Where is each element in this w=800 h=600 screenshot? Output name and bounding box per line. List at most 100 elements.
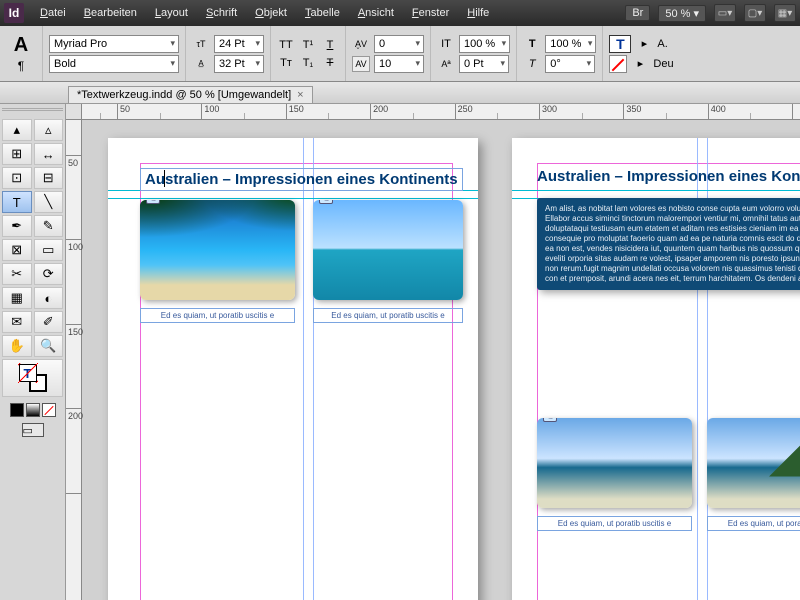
char-fill-swatch[interactable]: T <box>609 35 631 53</box>
font-size-dropdown[interactable]: 24 Pt <box>214 35 264 53</box>
vscale-icon: IT <box>437 36 455 52</box>
menu-tabelle[interactable]: Tabelle <box>297 3 348 23</box>
headline-frame-left[interactable]: Australien – Impressionen eines Kontinen… <box>140 168 463 191</box>
color-apply-row <box>2 403 63 417</box>
text-cursor <box>164 170 165 187</box>
size-icon: τT <box>192 36 210 52</box>
hand-tool[interactable]: ✋ <box>2 335 32 357</box>
link-badge-icon: ⎘ <box>146 200 160 204</box>
document-tabs: *Textwerkzeug.indd @ 50 % [Umgewandelt] … <box>0 82 800 104</box>
subscript-button[interactable]: T₁ <box>299 55 317 71</box>
paragraph-icon[interactable]: ¶ <box>18 59 24 73</box>
menu-hilfe[interactable]: Hilfe <box>459 3 497 23</box>
leading-dropdown[interactable]: 32 Pt <box>214 55 264 73</box>
zoom-dropdown[interactable]: 50 % ▾ <box>658 5 706 22</box>
page-left[interactable]: Australien – Impressionen eines Kontinen… <box>108 138 478 600</box>
vertical-ruler[interactable]: 50 100 150 200 <box>66 120 82 600</box>
vscale-dropdown[interactable]: 100 % <box>459 35 510 53</box>
baseline-icon: Aª <box>437 56 455 72</box>
skew-icon: T <box>523 56 541 72</box>
main-menu: Datei Bearbeiten Layout Schrift Objekt T… <box>32 3 497 23</box>
content-placer-tool[interactable]: ⊟ <box>34 167 64 189</box>
char-style-label: A. <box>657 38 667 50</box>
lang-label: Deu <box>653 58 673 70</box>
image-frame-coast2[interactable]: ? <box>707 418 800 508</box>
caption-frame-2[interactable]: Ed es quiam, ut poratib uscitis e <box>313 308 463 323</box>
menu-datei[interactable]: Datei <box>32 3 74 23</box>
document-tab[interactable]: *Textwerkzeug.indd @ 50 % [Umgewandelt] … <box>68 86 313 103</box>
app-logo: Id <box>4 3 24 23</box>
apply-color-button[interactable] <box>10 403 24 417</box>
note-tool[interactable]: ✉ <box>2 311 32 333</box>
char-stroke-swatch[interactable] <box>609 55 627 73</box>
ruler-origin[interactable] <box>66 104 82 120</box>
superscript-button[interactable]: T¹ <box>299 37 317 53</box>
screen-mode-icon[interactable]: ▢▾ <box>744 4 766 22</box>
toolbox: ▴ ▵ ⊞ ↔ ⊡ ⊟ T ╲ ✒ ✎ ⊠ ▭ ✂ ⟳ ▦ ◐ ✉ ✐ ✋ 🔍 … <box>0 104 66 600</box>
direct-selection-tool[interactable]: ▵ <box>34 119 64 141</box>
menu-schrift[interactable]: Schrift <box>198 3 245 23</box>
image-frame-coast1[interactable]: ⎘ <box>537 418 692 508</box>
image-frame-palm[interactable]: ⎘ <box>140 200 295 300</box>
rectangle-tool[interactable]: ▭ <box>34 239 64 261</box>
menu-bearbeiten[interactable]: Bearbeiten <box>76 3 145 23</box>
skew-dropdown[interactable]: 0° <box>545 55 595 73</box>
free-transform-tool[interactable]: ⟳ <box>34 263 64 285</box>
tracking-dropdown[interactable]: 10 <box>374 55 424 73</box>
apply-gradient-button[interactable] <box>26 403 40 417</box>
char-stroke-arrow[interactable]: ▸ <box>631 56 649 72</box>
horizontal-ruler[interactable]: 50 100 150 200 250 300 350 400 <box>82 104 800 120</box>
image-frame-bay[interactable]: ⎘ <box>313 200 463 300</box>
selection-tool[interactable]: ▴ <box>2 119 32 141</box>
pasteboard[interactable]: Australien – Impressionen eines Kontinen… <box>82 120 800 600</box>
pen-tool[interactable]: ✒ <box>2 215 32 237</box>
page-tool[interactable]: ⊞ <box>2 143 32 165</box>
tab-close-button[interactable]: × <box>297 89 303 101</box>
kerning-dropdown[interactable]: 0 <box>374 35 424 53</box>
hscale-dropdown[interactable]: 100 % <box>545 35 596 53</box>
eyedropper-tool[interactable]: ✐ <box>34 311 64 333</box>
apply-none-button[interactable] <box>42 403 56 417</box>
menu-layout[interactable]: Layout <box>147 3 196 23</box>
caption-frame-3[interactable]: Ed es quiam, ut poratib uscitis e <box>537 516 692 531</box>
pencil-tool[interactable]: ✎ <box>34 215 64 237</box>
link-badge-icon: ⎘ <box>543 418 557 422</box>
baseline-dropdown[interactable]: 0 Pt <box>459 55 509 73</box>
canvas[interactable]: 50 100 150 200 250 300 350 400 50 100 15… <box>66 104 800 600</box>
font-weight-dropdown[interactable]: Bold <box>49 55 179 73</box>
hscale-icon: T <box>523 36 541 52</box>
control-panel: A ¶ Myriad Pro Bold τT24 Pt A̲32 Pt TT T… <box>0 26 800 82</box>
fill-stroke-swatch[interactable]: T <box>2 359 63 397</box>
menu-fenster[interactable]: Fenster <box>404 3 457 23</box>
view-options-icon[interactable]: ▭▾ <box>714 4 736 22</box>
menu-objekt[interactable]: Objekt <box>247 3 295 23</box>
headline-frame-right[interactable]: Australien – Impressionen eines Kontinen… <box>537 168 800 185</box>
underline-button[interactable]: T <box>321 37 339 53</box>
allcaps-button[interactable]: TT <box>277 37 295 53</box>
smallcaps-button[interactable]: Tᴛ <box>277 55 295 71</box>
tracking-icon: AV <box>352 56 370 72</box>
body-text-frame[interactable]: Am alist, as nobitat lam volores es nobi… <box>537 198 800 290</box>
gap-tool[interactable]: ↔ <box>34 143 64 165</box>
rectangle-frame-tool[interactable]: ⊠ <box>2 239 32 261</box>
page-right[interactable]: Australien – Impressionen eines Kontinen… <box>512 138 800 600</box>
font-family-dropdown[interactable]: Myriad Pro <box>49 35 179 53</box>
type-tool[interactable]: T <box>2 191 32 213</box>
arrange-docs-icon[interactable]: ▦▾ <box>774 4 796 22</box>
bridge-button[interactable]: Br <box>625 5 650 21</box>
workspace: ▴ ▵ ⊞ ↔ ⊡ ⊟ T ╲ ✒ ✎ ⊠ ▭ ✂ ⟳ ▦ ◐ ✉ ✐ ✋ 🔍 … <box>0 104 800 600</box>
menu-ansicht[interactable]: Ansicht <box>350 3 402 23</box>
line-tool[interactable]: ╲ <box>34 191 64 213</box>
content-collector-tool[interactable]: ⊡ <box>2 167 32 189</box>
caption-frame-4[interactable]: Ed es quiam, ut poratib uscitis e <box>707 516 800 531</box>
gradient-swatch-tool[interactable]: ▦ <box>2 287 32 309</box>
char-fill-arrow[interactable]: ▸ <box>635 36 653 52</box>
normal-view-button[interactable]: ▭ <box>22 423 44 437</box>
caption-frame-1[interactable]: Ed es quiam, ut poratib uscitis e <box>140 308 295 323</box>
scissors-tool[interactable]: ✂ <box>2 263 32 285</box>
headline-text-right: Australien – Impressionen eines Kontinen… <box>537 168 800 185</box>
strikethrough-button[interactable]: T <box>321 55 339 71</box>
char-para-toggle[interactable]: A <box>14 34 28 57</box>
gradient-feather-tool[interactable]: ◐ <box>34 287 64 309</box>
zoom-tool[interactable]: 🔍 <box>34 335 64 357</box>
